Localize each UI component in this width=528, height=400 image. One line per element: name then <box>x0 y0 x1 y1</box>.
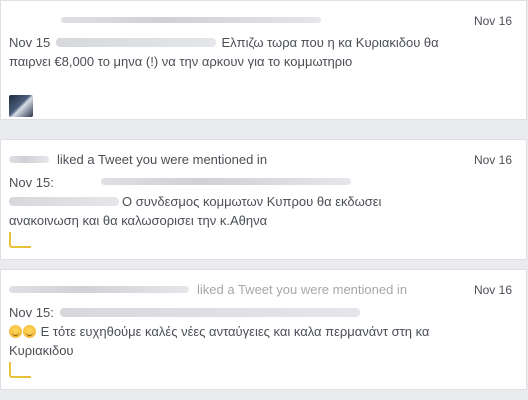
notification-card[interactable]: liked a Tweet you were mentioned in Nov … <box>0 139 527 260</box>
notification-date: Nov 16 <box>473 14 512 28</box>
redacted-mentions <box>60 308 361 317</box>
notification-card[interactable]: Nov 16 Nov 15 Ελπιζω τωρα που η κα Κυρια… <box>0 0 527 120</box>
notification-action: liked a Tweet you were mentioned in <box>197 282 408 297</box>
notifications-feed: Nov 16 Nov 15 Ελπιζω τωρα που η κα Κυρια… <box>0 0 528 400</box>
attached-image-thumbnail[interactable] <box>9 95 33 117</box>
grinning-sweat-emoji-icon <box>23 325 36 338</box>
redacted-username <box>9 286 189 293</box>
attached-image-thumbnail[interactable] <box>9 362 31 378</box>
tweet-date-prefix: Nov 15 <box>9 35 51 50</box>
tweet-body: Ε τότε ευχηθούμε καλές νέες ανταύγειες κ… <box>9 324 430 358</box>
tweet-date-prefix: Nov 15: <box>9 305 54 320</box>
notification-date: Nov 16 <box>473 283 512 297</box>
notification-text: Nov 15: Ο συνδεσμος κομμωτων Κυπρου θα ε… <box>9 173 449 230</box>
grinning-sweat-emoji-icon <box>9 325 22 338</box>
notification-card[interactable]: liked a Tweet you were mentioned in Nov … <box>0 269 527 390</box>
notification-text: Nov 15: Ε τότε ευχηθούμε καλές νέες αντα… <box>9 303 449 360</box>
redacted-username <box>9 156 49 163</box>
notification-date: Nov 16 <box>473 153 512 167</box>
redacted-mention <box>9 197 119 206</box>
redacted-header <box>61 17 321 23</box>
notification-action: liked a Tweet you were mentioned in <box>57 152 268 167</box>
attached-image-thumbnail[interactable] <box>9 232 31 248</box>
tweet-date-prefix: Nov 15: <box>9 175 54 190</box>
redacted-mention <box>55 38 216 47</box>
notification-text: Nov 15 Ελπιζω τωρα που η κα Κυριακιδου θ… <box>9 33 449 71</box>
